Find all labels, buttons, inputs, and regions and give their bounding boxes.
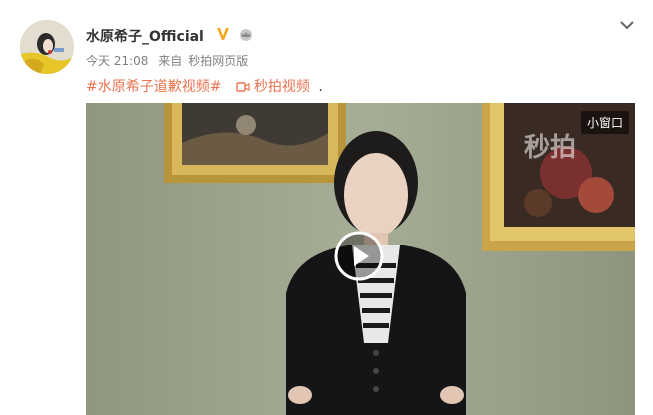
video-link-label: 秒拍视频 [253, 79, 310, 95]
hashtag-link[interactable]: #水原希子道歉视频# [86, 79, 221, 95]
video-link[interactable]: 秒拍视频 [236, 79, 314, 95]
post-meta: 今天 21:08 来自 秒拍网页版 [86, 52, 254, 69]
crown-icon [240, 29, 252, 41]
post-source[interactable]: 秒拍网页版 [188, 54, 248, 68]
content-period: . [318, 79, 323, 95]
author-name[interactable]: 水原希子_Official [86, 26, 204, 46]
video-watermark: 秒拍 [524, 133, 577, 163]
from-label: 来自 [158, 54, 183, 68]
avatar[interactable] [20, 20, 74, 74]
mini-window-button[interactable]: 小窗口 [580, 111, 629, 134]
post-time[interactable]: 今天 21:08 [86, 54, 148, 68]
play-icon[interactable] [334, 231, 384, 281]
avatar-image [20, 20, 74, 74]
chevron-down-icon[interactable] [618, 18, 636, 32]
verified-v-icon [217, 28, 229, 40]
video-player[interactable]: 秒拍 小窗口 [86, 103, 635, 415]
post-content: #水原希子道歉视频# 秒拍视频 . [86, 76, 323, 96]
video-camera-icon [236, 82, 250, 92]
